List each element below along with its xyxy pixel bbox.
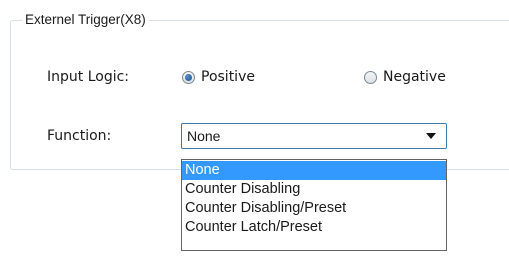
function-dropdown-list[interactable]: None Counter Disabling Counter Disabling… [181,159,447,251]
radio-negative-label[interactable]: Negative [383,67,446,87]
group-title: Externel Trigger(X8) [22,10,149,30]
radio-positive-indicator[interactable] [182,70,195,84]
radio-positive[interactable]: Positive [182,67,255,87]
function-combobox-value: None [187,128,221,144]
radio-negative[interactable]: Negative [364,67,446,87]
radio-negative-indicator[interactable] [364,70,377,84]
radio-selected-dot [185,73,192,81]
dropdown-option-none[interactable]: None [182,161,446,180]
dropdown-option-counter-latch-preset[interactable]: Counter Latch/Preset [182,218,446,237]
function-label: Function: [47,128,112,144]
function-combobox[interactable]: None [181,123,447,149]
dropdown-option-counter-disabling[interactable]: Counter Disabling [182,180,446,199]
input-logic-label: Input Logic: [47,69,130,85]
dropdown-option-counter-disabling-preset[interactable]: Counter Disabling/Preset [182,199,446,218]
dropdown-arrow-icon[interactable] [426,133,436,139]
radio-positive-label[interactable]: Positive [201,67,255,87]
